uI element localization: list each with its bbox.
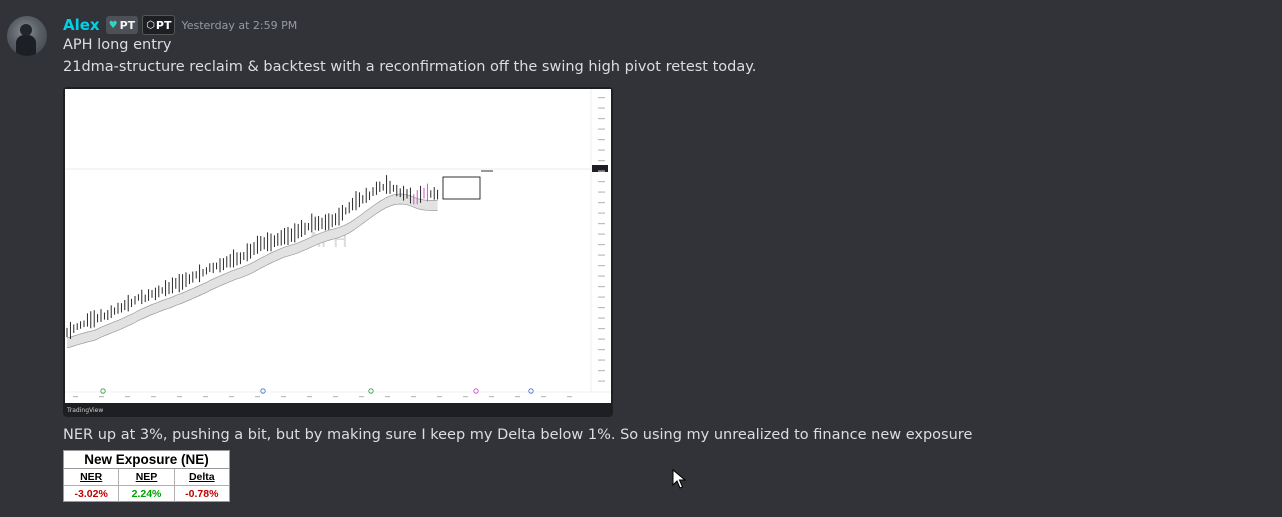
price-tick [598, 370, 605, 372]
chart-footer: TradingView [66, 407, 103, 414]
price-tick [598, 338, 605, 340]
price-tick [598, 191, 605, 193]
time-tick [151, 396, 156, 398]
message-line-1: APH long entry [63, 37, 172, 53]
price-tick [598, 139, 605, 141]
price-tick [598, 244, 605, 246]
message-line-3: NER up at 3%, pushing a bit, but by maki… [63, 427, 973, 443]
heart-icon: ♥ [108, 19, 118, 31]
price-tick [598, 118, 605, 120]
tradingview-chart: TradingView APH [65, 89, 611, 417]
table-row: -3.02% 2.24% -0.78% [64, 486, 229, 502]
message-header: Alex ♥ PT ⬡ PT Yesterday at 2:59 PM [63, 15, 297, 35]
role-tag-pt-hexagon[interactable]: ⬡ PT [142, 15, 176, 35]
time-tick [177, 396, 182, 398]
price-tick [598, 349, 605, 351]
header-delta: Delta [188, 471, 215, 483]
header-nep: NEP [119, 469, 175, 485]
price-tick [598, 286, 605, 288]
value-nep: 2.24% [119, 486, 175, 502]
price-tick [598, 265, 605, 267]
price-tick [598, 107, 605, 109]
price-tick [598, 181, 605, 183]
price-tick [598, 128, 605, 130]
price-tick [598, 149, 605, 151]
message-timestamp[interactable]: Yesterday at 2:59 PM [181, 19, 297, 32]
price-tick [598, 202, 605, 204]
price-tick [598, 296, 605, 298]
tag-label: PT [155, 18, 172, 32]
role-tag-pt-heart[interactable]: ♥ PT [105, 16, 139, 34]
time-tick [229, 396, 234, 398]
time-tick [99, 396, 104, 398]
price-tick [598, 380, 605, 382]
price-tick [598, 254, 605, 256]
header-ner: NER [64, 469, 120, 485]
time-tick [333, 396, 338, 398]
tag-label: PT [119, 18, 136, 32]
table-header-row: NER NEP Delta [64, 469, 229, 486]
time-tick [515, 396, 520, 398]
price-tick [598, 317, 605, 319]
time-tick [125, 396, 130, 398]
time-tick [307, 396, 312, 398]
time-tick [489, 396, 494, 398]
price-tick [598, 160, 605, 162]
time-tick [567, 396, 572, 398]
time-tick [385, 396, 390, 398]
time-tick [359, 396, 364, 398]
price-tick [598, 307, 605, 309]
time-tick [73, 396, 78, 398]
time-tick [203, 396, 208, 398]
time-tick [541, 396, 546, 398]
time-tick [255, 396, 260, 398]
value-delta: -0.78% [185, 488, 219, 500]
user-avatar[interactable] [7, 16, 47, 56]
price-tick [598, 328, 605, 330]
price-tick [598, 170, 605, 172]
price-tick [598, 233, 605, 235]
username[interactable]: Alex [63, 16, 100, 34]
price-tick [598, 97, 605, 99]
chart-image-attachment[interactable]: TradingView APH [63, 87, 613, 417]
time-tick [463, 396, 468, 398]
time-tick [437, 396, 442, 398]
new-exposure-table: New Exposure (NE) NER NEP Delta -3.02% 2… [63, 450, 230, 502]
price-tick [598, 223, 605, 225]
time-tick [411, 396, 416, 398]
value-ner: -3.02% [64, 486, 120, 502]
hexagon-icon: ⬡ [146, 19, 155, 31]
table-title: New Exposure (NE) [64, 451, 229, 469]
price-tick [598, 359, 605, 361]
avatar-body [16, 35, 36, 56]
message-line-2: 21dma-structure reclaim & backtest with … [63, 59, 757, 75]
price-tick [598, 275, 605, 277]
chart-footer-bar [65, 403, 611, 417]
price-tick [598, 212, 605, 214]
time-tick [281, 396, 286, 398]
mouse-cursor-icon [672, 469, 686, 489]
